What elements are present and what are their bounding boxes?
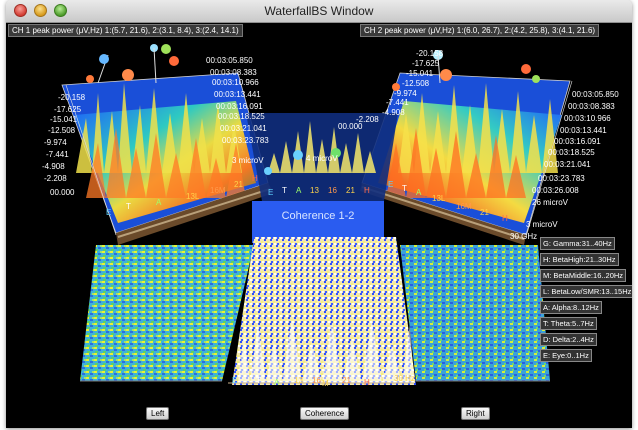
bottom-band-label: M bbox=[322, 379, 329, 388]
legend-item-delta: D: Delta:2..4Hz bbox=[540, 333, 597, 346]
ch2-time: 00:03:26.008 bbox=[532, 186, 579, 195]
ch1-time: 00:03:21.041 bbox=[220, 124, 267, 133]
ch1-value: -15.041 bbox=[50, 115, 78, 124]
ch2-band-label: 16M bbox=[456, 202, 472, 211]
center-micro-label: 4 microV bbox=[306, 154, 338, 163]
ch1-band-label: 21 bbox=[234, 180, 243, 189]
ch1-band-label: E bbox=[106, 208, 111, 217]
ch1-band-label: H bbox=[252, 174, 258, 183]
ch1-time: 00:03:13.441 bbox=[214, 90, 261, 99]
left-view-button[interactable]: Left bbox=[146, 407, 170, 420]
bottom-band-label: E bbox=[232, 376, 237, 385]
ch2-value: 00.000 bbox=[338, 122, 363, 131]
ch2-value: -20.158 bbox=[416, 49, 444, 58]
center-band-label: 13 bbox=[310, 186, 319, 195]
bottom-band-label: 21 bbox=[342, 376, 351, 385]
coherence-plane bbox=[252, 201, 384, 243]
ch1-band-label: T bbox=[126, 202, 131, 211]
title-bar: WaterfallBS Window bbox=[6, 0, 632, 23]
center-band-label: E bbox=[268, 188, 273, 197]
center-band-label: 16 bbox=[328, 186, 337, 195]
coherence-title: Coherence 1-2 bbox=[282, 210, 355, 222]
ch2-time: 00:03:21.041 bbox=[544, 160, 591, 169]
left-flat-map bbox=[80, 245, 254, 381]
ch2-time: 00:03:23.783 bbox=[538, 174, 585, 183]
ch2-band-label: 21 bbox=[480, 208, 489, 217]
legend-item-gamma: G: Gamma:31..40Hz bbox=[540, 237, 615, 250]
ch1-peak-markers bbox=[86, 44, 179, 84]
ch2-band-label: H bbox=[502, 214, 508, 223]
ch1-value: -9.974 bbox=[44, 138, 67, 147]
bottom-band-label: A bbox=[274, 378, 280, 387]
ch1-band-label: A bbox=[156, 198, 162, 207]
ch2-time: 00:03:08.383 bbox=[568, 102, 615, 111]
ch2-axis-end: 30 GHz bbox=[510, 232, 537, 241]
ch1-band-label: 16M bbox=[210, 186, 226, 195]
legend-item-beta-middle: M: BetaMiddle:16..20Hz bbox=[540, 269, 627, 282]
ch2-value: -12.508 bbox=[402, 79, 430, 88]
center-band-label: T bbox=[282, 186, 287, 195]
right-flat-map bbox=[400, 245, 550, 381]
ch1-value: 00.000 bbox=[50, 188, 75, 197]
ch2-band-label: 13L bbox=[432, 194, 446, 203]
ch2-micro-bottom: 3 microV bbox=[526, 220, 558, 229]
ch2-time: 00:03:16.091 bbox=[554, 137, 601, 146]
bottom-axis-end-label: 30 Hz bbox=[394, 374, 415, 383]
center-band-label: A bbox=[296, 186, 302, 195]
ch2-time: 00:03:18.525 bbox=[548, 148, 595, 157]
ch1-value: -4.908 bbox=[42, 162, 65, 171]
ch1-time: 00:03:23.783 bbox=[222, 136, 269, 145]
right-view-button[interactable]: Right bbox=[461, 407, 490, 420]
legend-item-beta-high: H: BetaHigh:21..30Hz bbox=[540, 253, 619, 266]
ch2-time: 00:03:05.850 bbox=[572, 90, 619, 99]
ch1-band-label: 13L bbox=[186, 192, 200, 201]
ch1-value: -2.208 bbox=[44, 174, 67, 183]
ch1-time: 00:03:05.850 bbox=[206, 56, 253, 65]
ch2-band-label: T bbox=[402, 184, 407, 193]
ch2-band-label: A bbox=[416, 188, 422, 197]
ch2-value: -9.974 bbox=[394, 89, 417, 98]
bottom-band-label: H bbox=[364, 378, 370, 387]
ch2-value: -7.441 bbox=[386, 98, 409, 107]
visualization-area: E T A 13L 16M 21 H E T A 13L 16M 21 H E … bbox=[6, 23, 632, 428]
ch1-time: 00:03:10.966 bbox=[212, 78, 259, 87]
waterfall-scene: E T A 13L 16M 21 H E T A 13L 16M 21 H E … bbox=[42, 44, 619, 388]
coherence-surface bbox=[246, 113, 398, 243]
bottom-band-label: 16 bbox=[312, 376, 321, 385]
ch2-time: 00:03:10.966 bbox=[564, 114, 611, 123]
legend-item-eye: E: Eye:0..1Hz bbox=[540, 349, 592, 362]
ch2-value: -15.041 bbox=[406, 69, 434, 78]
bottom-band-label: 13 bbox=[294, 376, 303, 385]
ch2-band-label: E bbox=[388, 180, 393, 189]
ch1-value: -17.625 bbox=[54, 105, 82, 114]
ch1-value: -7.441 bbox=[46, 150, 69, 159]
ch2-peak-power-label: CH 2 peak power (μV,Hz) 1:(6.0, 26.7), 2… bbox=[360, 24, 600, 37]
legend-item-beta-low: L: BetaLow/SMR:13..15Hz bbox=[540, 285, 632, 298]
ch1-value-ladder: -20.158 -17.625 -15.041 -12.508 -9.974 -… bbox=[42, 93, 86, 197]
ch1-time: 00:03:08.383 bbox=[210, 68, 257, 77]
legend-item-alpha: A: Alpha:8..12Hz bbox=[540, 301, 602, 314]
ch1-value: -20.158 bbox=[58, 93, 86, 102]
waterfall-window: WaterfallBS Window E T A 13L 16M 21 H E … bbox=[6, 0, 632, 428]
ch1-time: 00:03:18.525 bbox=[218, 112, 265, 121]
ch1-value: -12.508 bbox=[48, 126, 76, 135]
center-band-label: H bbox=[364, 186, 370, 195]
center-band-label: 21 bbox=[346, 186, 355, 195]
coherence-view-button[interactable]: Coherence bbox=[300, 407, 350, 420]
ch2-micro-top: 26 microV bbox=[532, 198, 569, 207]
ch2-time: 00:03:13.441 bbox=[560, 126, 607, 135]
ch1-micro-label: 3 microV bbox=[232, 156, 264, 165]
coherence-flat-map bbox=[232, 237, 416, 385]
window-title: WaterfallBS Window bbox=[264, 4, 374, 18]
ch2-value: -17.625 bbox=[412, 59, 440, 68]
ch1-peak-power-label: CH 1 peak power (μV,Hz) 1:(5.7, 21.6), 2… bbox=[8, 24, 243, 37]
bottom-band-label: T bbox=[256, 376, 261, 385]
legend-item-theta: T: Theta:5..7Hz bbox=[540, 317, 597, 330]
ch2-value: -4.908 bbox=[382, 108, 405, 117]
ch1-time: 00:03:16.091 bbox=[216, 102, 263, 111]
